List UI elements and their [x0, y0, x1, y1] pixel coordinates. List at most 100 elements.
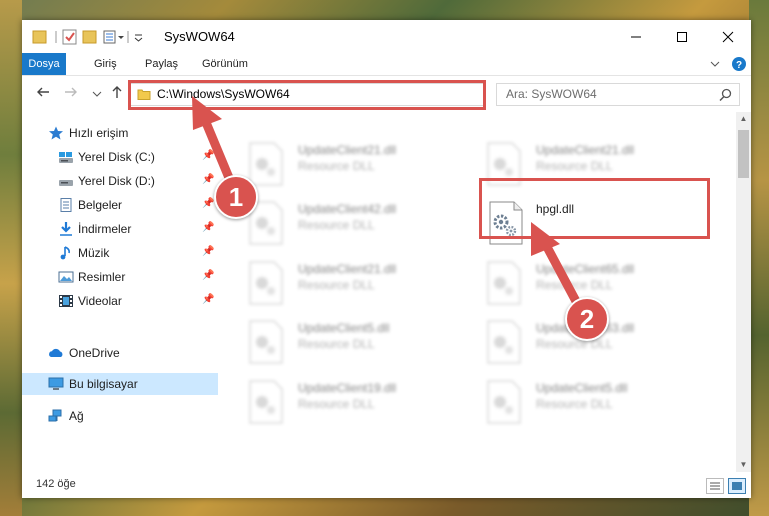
- download-icon: [60, 222, 72, 236]
- file-item[interactable]: UpdateClient21.dll Resource DLL: [248, 142, 478, 198]
- tab-home[interactable]: Giriş: [86, 53, 125, 75]
- file-item[interactable]: UpdateClient42.dll Resource DLL: [248, 201, 478, 257]
- tab-view[interactable]: Görünüm: [194, 53, 256, 75]
- minimize-button[interactable]: [613, 20, 659, 53]
- details-view-icon: [710, 482, 720, 490]
- file-list: UpdateClient21.dll Resource DLL UpdateCl…: [218, 112, 736, 472]
- details-view-button[interactable]: [706, 478, 724, 494]
- help-icon[interactable]: ?: [731, 56, 747, 72]
- scrollbar-thumb[interactable]: [738, 130, 749, 178]
- tab-file[interactable]: Dosya: [22, 53, 66, 75]
- file-type: Resource DLL: [536, 337, 613, 351]
- large-icons-view-button[interactable]: [728, 478, 746, 494]
- nav-this-pc[interactable]: Bu bilgisayar: [22, 373, 218, 395]
- status-bar: 142 öğe: [22, 472, 751, 498]
- desktop-background-right: [749, 0, 769, 516]
- nav-label: Videolar: [78, 294, 122, 308]
- nav-label: Ağ: [69, 409, 84, 423]
- file-name: UpdateClient5.dll: [298, 321, 390, 335]
- nav-label: Bu bilgisayar: [69, 377, 138, 391]
- pin-icon[interactable]: 📌: [202, 150, 214, 161]
- dll-file-icon: [249, 142, 283, 186]
- nav-item-pictures[interactable]: Resimler 📌: [22, 266, 218, 288]
- pin-icon[interactable]: 📌: [202, 246, 214, 257]
- nav-onedrive[interactable]: OneDrive: [22, 342, 218, 364]
- nav-item-videos[interactable]: Videolar 📌: [22, 290, 218, 312]
- nav-item-downloads[interactable]: İndirmeler 📌: [22, 218, 218, 240]
- file-type: Resource DLL: [536, 278, 613, 292]
- nav-label: Müzik: [78, 246, 110, 260]
- step-badge-2: 2: [565, 297, 609, 341]
- pin-icon[interactable]: 📌: [202, 222, 214, 233]
- documents-icon: [60, 198, 72, 212]
- file-item[interactable]: UpdateClient19.dll Resource DLL: [248, 380, 478, 436]
- large-icons-view-icon: [732, 482, 742, 490]
- search-icon[interactable]: [719, 88, 732, 101]
- pin-icon[interactable]: 📌: [202, 270, 214, 281]
- scroll-down-icon[interactable]: ▼: [736, 458, 751, 472]
- dll-file-icon: [249, 380, 283, 424]
- window-title: SysWOW64: [164, 29, 235, 44]
- music-icon: [60, 246, 70, 260]
- minimize-icon: [631, 36, 641, 37]
- maximize-icon: [677, 31, 687, 42]
- dll-file-icon: [249, 320, 283, 364]
- file-name: UpdateClient19.dll: [298, 381, 397, 395]
- recent-locations-button[interactable]: [88, 84, 106, 104]
- pin-icon[interactable]: 📌: [202, 198, 214, 209]
- file-highlight: [479, 178, 710, 239]
- scroll-up-icon[interactable]: ▲: [736, 112, 751, 126]
- navigation-pane: Hızlı erişim Yerel Disk (C:) 📌 Yerel Dis…: [22, 112, 218, 472]
- star-icon: [49, 126, 63, 140]
- forward-arrow-icon: [65, 87, 77, 97]
- quick-access-toolbar[interactable]: [32, 28, 152, 46]
- search-placeholder: Ara: SysWOW64: [506, 87, 597, 101]
- computer-icon: [48, 377, 64, 390]
- file-item[interactable]: UpdateClient5.dll Resource DLL: [486, 380, 716, 436]
- file-item[interactable]: UpdateClient5.dll Resource DLL: [248, 320, 478, 376]
- file-type: Resource DLL: [536, 159, 613, 173]
- forward-button[interactable]: [62, 84, 80, 104]
- nav-item-documents[interactable]: Belgeler 📌: [22, 194, 218, 216]
- file-name: UpdateClient5.dll: [536, 381, 628, 395]
- back-button[interactable]: [34, 84, 52, 104]
- file-name: UpdateClient65.dll: [536, 262, 635, 276]
- dll-file-icon: [487, 380, 521, 424]
- videos-icon: [59, 295, 73, 307]
- nav-item-local-disk-c[interactable]: Yerel Disk (C:) 📌: [22, 146, 218, 168]
- nav-quick-access[interactable]: Hızlı erişim: [22, 122, 218, 144]
- network-icon: [48, 409, 62, 422]
- close-button[interactable]: [705, 20, 751, 53]
- nav-label: İndirmeler: [78, 222, 132, 236]
- file-type: Resource DLL: [298, 397, 375, 411]
- nav-label: OneDrive: [69, 346, 120, 360]
- tab-share[interactable]: Paylaş: [137, 53, 186, 75]
- nav-label: Hızlı erişim: [69, 126, 129, 140]
- up-arrow-icon: [112, 86, 122, 98]
- pin-icon[interactable]: 📌: [202, 174, 214, 185]
- search-box[interactable]: Ara: SysWOW64: [496, 83, 740, 106]
- chevron-down-icon: [92, 91, 102, 97]
- pictures-icon: [58, 271, 74, 283]
- file-name: UpdateClient42.dll: [298, 202, 397, 216]
- ribbon-expand-icon[interactable]: [710, 59, 720, 69]
- vertical-scrollbar[interactable]: ▲ ▼: [736, 112, 751, 472]
- nav-item-music[interactable]: Müzik 📌: [22, 242, 218, 264]
- ribbon-tabs: Dosya Giriş Paylaş Görünüm ?: [22, 53, 751, 76]
- dll-file-icon: [487, 261, 521, 305]
- maximize-button[interactable]: [659, 20, 705, 53]
- cloud-icon: [49, 348, 63, 357]
- file-type: Resource DLL: [298, 159, 375, 173]
- drive-icon: [59, 180, 73, 186]
- nav-network[interactable]: Ağ: [22, 405, 218, 427]
- file-name: UpdateClient21.dll: [536, 143, 635, 157]
- step-badge-1: 1: [214, 175, 258, 219]
- file-type: Resource DLL: [536, 397, 613, 411]
- nav-label: Belgeler: [78, 198, 123, 212]
- pin-icon[interactable]: 📌: [202, 294, 214, 305]
- address-bar-highlight: [128, 80, 486, 110]
- up-button[interactable]: [108, 84, 126, 104]
- file-item[interactable]: UpdateClient21.dll Resource DLL: [248, 261, 478, 317]
- nav-item-local-disk-d[interactable]: Yerel Disk (D:) 📌: [22, 170, 218, 192]
- file-type: Resource DLL: [298, 218, 375, 232]
